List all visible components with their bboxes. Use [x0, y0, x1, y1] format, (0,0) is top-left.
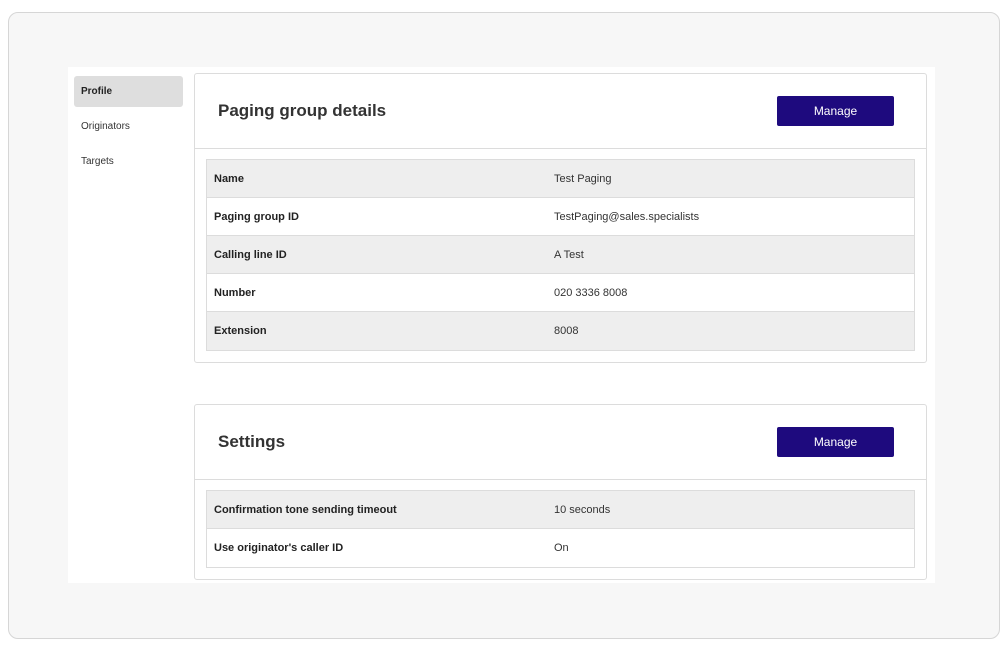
- settings-card: Settings Manage Confirmation tone sendin…: [194, 404, 927, 580]
- row-key: Name: [214, 172, 244, 185]
- table-row: Use originator's caller ID On: [207, 529, 914, 567]
- row-key: Use originator's caller ID: [214, 542, 344, 554]
- paging-group-details-card: Paging group details Manage Name Test Pa…: [194, 73, 927, 363]
- row-value: 8008: [554, 325, 579, 337]
- card-header: Paging group details Manage: [195, 74, 926, 149]
- sidebar-item-profile[interactable]: Profile: [74, 76, 183, 107]
- row-key: Paging group ID: [214, 210, 299, 223]
- settings-table: Confirmation tone sending timeout 10 sec…: [206, 490, 915, 568]
- card-title: Paging group details: [218, 101, 387, 120]
- row-value: 10 seconds: [554, 503, 611, 516]
- row-value: TestPaging@sales.specialists: [554, 210, 700, 223]
- table-row: Calling line ID A Test: [207, 236, 914, 274]
- row-key: Number: [214, 286, 256, 299]
- sidebar-item-targets[interactable]: Targets: [74, 146, 183, 177]
- row-value: 020 3336 8008: [554, 286, 628, 299]
- manage-settings-button[interactable]: Manage: [777, 427, 894, 457]
- row-value: Test Paging: [554, 172, 612, 185]
- table-row: Name Test Paging: [207, 160, 914, 198]
- table-row: Extension 8008: [207, 312, 914, 350]
- row-value: On: [554, 542, 569, 554]
- details-table: Name Test Paging Paging group ID TestPag…: [206, 159, 915, 351]
- row-key: Calling line ID: [214, 248, 287, 261]
- row-value: A Test: [554, 248, 584, 261]
- table-row: Number 020 3336 8008: [207, 274, 914, 312]
- card-header: Settings Manage: [195, 405, 926, 480]
- row-key: Confirmation tone sending timeout: [214, 503, 397, 516]
- table-row: Paging group ID TestPaging@sales.special…: [207, 198, 914, 236]
- sidebar-item-originators[interactable]: Originators: [74, 111, 183, 142]
- sidebar-nav: Profile Originators Targets: [74, 76, 183, 181]
- card-title: Settings: [218, 432, 286, 451]
- manage-details-button[interactable]: Manage: [777, 96, 894, 126]
- table-row: Confirmation tone sending timeout 10 sec…: [207, 491, 914, 529]
- row-key: Extension: [214, 325, 267, 337]
